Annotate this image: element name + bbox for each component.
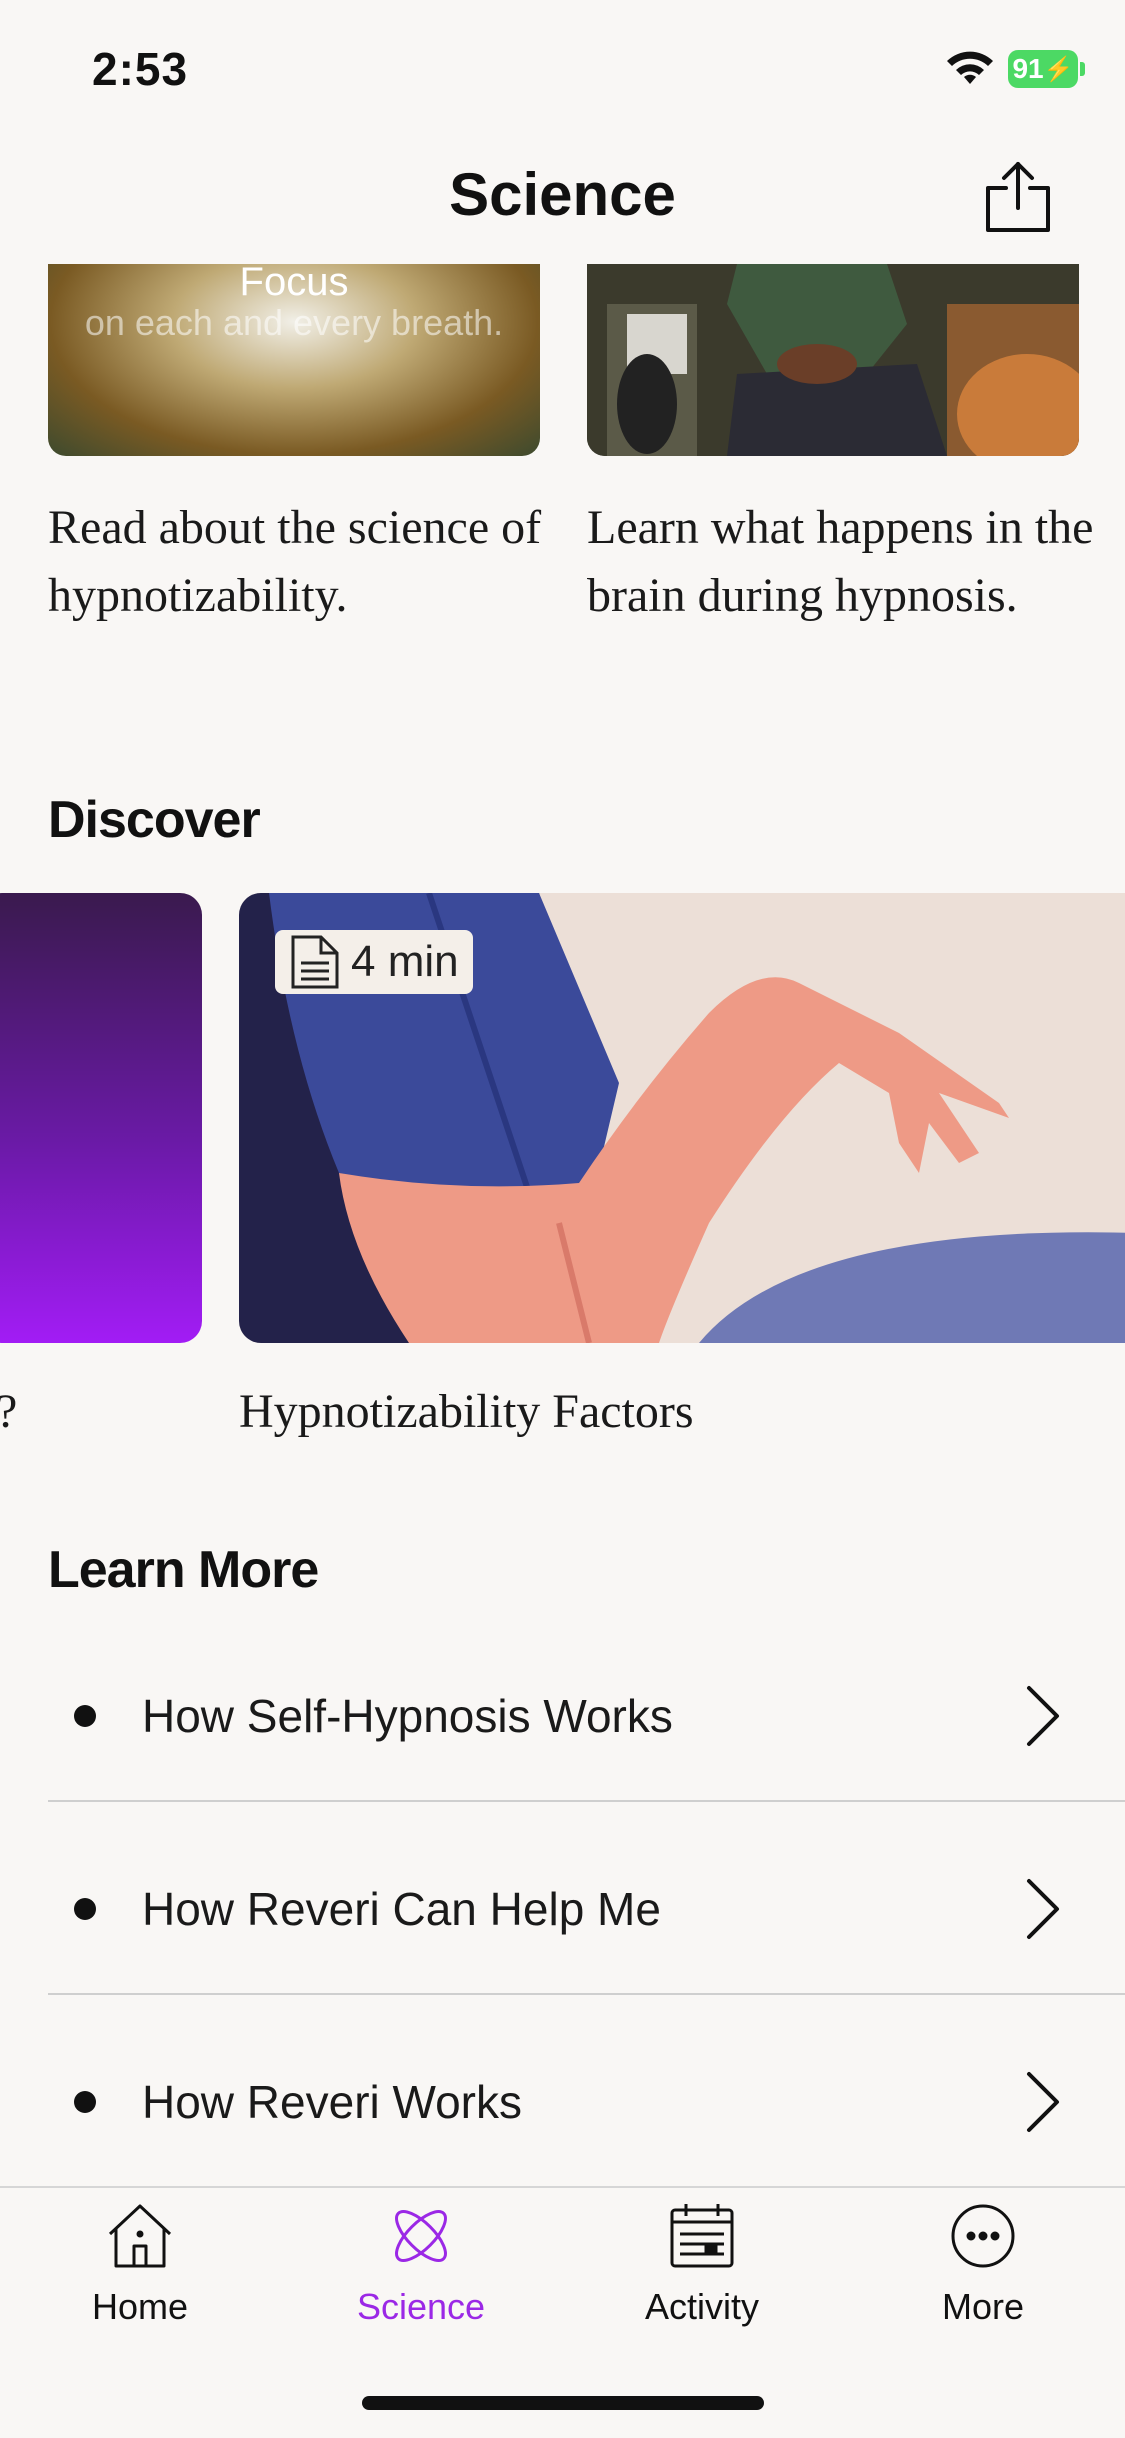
house-icon [108,2204,172,2268]
discover-heading: Discover [48,791,261,849]
tab-label: More [941,2286,1025,2327]
tab-label: Home [91,2286,189,2327]
bullet-icon [74,1898,96,1920]
person-photo [587,264,1079,456]
divider [48,1800,1125,1802]
tab-activity[interactable]: Activity [592,2200,812,2328]
brain-hypnosis-card-text[interactable]: Learn what happens in the brain during h… [587,494,1107,630]
learn-more-item-reveri-help[interactable]: How Reveri Can Help Me [48,1813,1125,2005]
battery-level: 91 [1012,53,1044,84]
share-icon[interactable] [982,160,1054,234]
hypnotizability-science-card-text[interactable]: Read about the science of hypnotizabilit… [48,494,568,630]
page-title: Science [449,161,676,228]
learn-more-item-self-hypnosis[interactable]: How Self-Hypnosis Works [48,1620,1125,1812]
chevron-right-icon [1027,1879,1059,1939]
discover-card-caption[interactable]: Hypnotizability Factors [239,1384,694,1439]
learn-more-item-reveri-works[interactable]: How Reveri Works [48,2006,1125,2198]
tab-science[interactable]: Science [311,2200,531,2328]
tab-home[interactable]: Home [30,2200,250,2328]
bullet-icon [74,1705,96,1727]
learn-more-item-label: How Reveri Can Help Me [142,1883,661,1935]
brain-hypnosis-card-image[interactable] [587,264,1079,456]
tab-more[interactable]: More [873,2200,1093,2328]
learn-more-heading: Learn More [48,1541,319,1599]
tab-label: Science [356,2286,486,2327]
battery-indicator: 91 ⚡ [1008,50,1078,88]
duration-badge: 4 min [275,930,473,994]
discover-card-previous[interactable] [0,893,202,1343]
card-image-subtitle: on each and every breath. [84,302,504,343]
home-indicator [362,2396,764,2410]
wifi-icon [947,51,993,84]
learn-more-item-label: How Reveri Works [142,2076,522,2128]
calendar-icon [670,2204,734,2268]
battery-nub [1080,62,1085,76]
discover-card-previous-caption[interactable]: ? [0,1384,17,1439]
document-icon [291,935,339,989]
card-image-title: Focus [239,264,349,304]
chevron-right-icon [1027,1686,1059,1746]
tab-label: Activity [644,2286,759,2327]
atom-icon [395,2210,447,2262]
charging-bolt-icon: ⚡ [1043,55,1074,83]
divider [48,1993,1125,1995]
status-time: 2:53 [92,43,189,95]
hypnotizability-science-card-image[interactable]: Focus on each and every breath. [48,264,540,456]
ellipsis-circle-icon [951,2204,1015,2268]
learn-more-item-label: How Self-Hypnosis Works [142,1690,673,1742]
bullet-icon [74,2091,96,2113]
duration-label: 4 min [351,937,459,986]
chevron-right-icon [1027,2072,1059,2132]
